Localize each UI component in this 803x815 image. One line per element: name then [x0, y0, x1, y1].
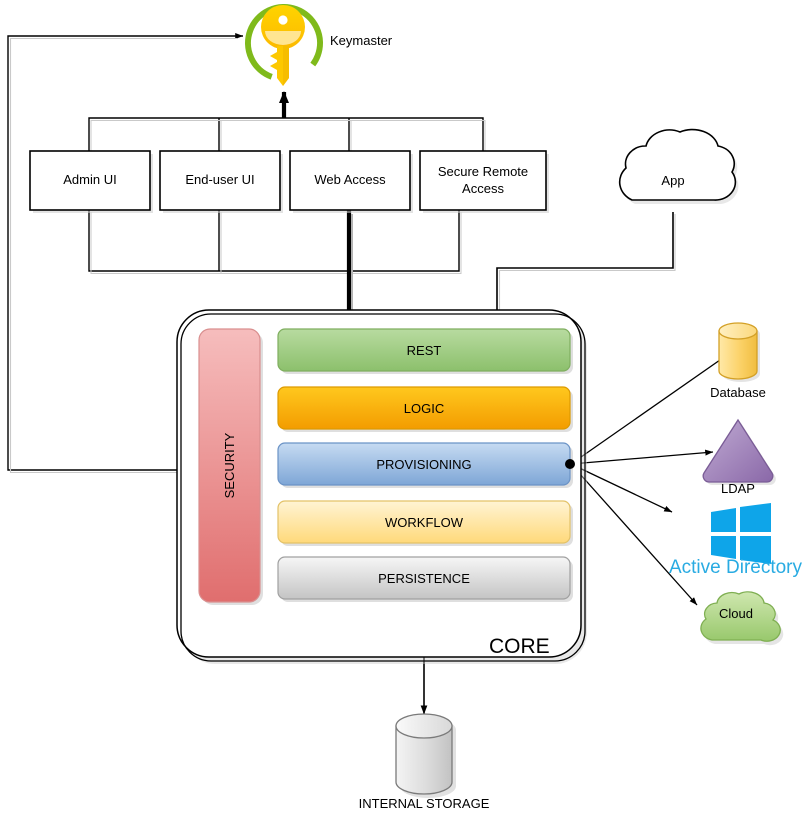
access-box-label-end-user-ui[interactable]: End-user UI — [160, 172, 280, 187]
core-layer-label-rest[interactable]: REST — [278, 343, 570, 358]
security-label: SECURITY — [222, 432, 237, 499]
connector-top-bus — [88, 117, 486, 151]
keymaster-label: Keymaster — [330, 33, 393, 48]
keymaster-icon — [245, 4, 323, 86]
ldap-shape — [702, 418, 776, 485]
database-shape — [718, 322, 760, 382]
database-label: Database — [710, 385, 766, 400]
core-label: CORE — [489, 635, 550, 658]
access-box-label-web-access[interactable]: Web Access — [290, 172, 410, 187]
core-layer-label-provisioning[interactable]: PROVISIONING — [278, 457, 570, 472]
core-layer-label-logic[interactable]: LOGIC — [278, 401, 570, 416]
app-label: App — [661, 173, 685, 188]
core-layer-label-persistence[interactable]: PERSISTENCE — [278, 571, 570, 586]
internal-storage-label: INTERNAL STORAGE — [358, 796, 490, 811]
cloud-label: Cloud — [719, 606, 753, 621]
connector-bottom-bus — [88, 210, 462, 274]
core-layer-label-workflow[interactable]: WORKFLOW — [278, 515, 570, 530]
app-cloud-shape — [618, 128, 739, 205]
access-box-label-admin-ui[interactable]: Admin UI — [30, 172, 150, 187]
diagram-canvas: Keymaster Admin UI End-user UI Web Acces… — [0, 0, 803, 815]
ldap-label: LDAP — [721, 481, 755, 496]
internal-storage-shape — [395, 713, 456, 798]
windows-logo-icon — [711, 503, 771, 564]
access-box-label-secure-remote-access[interactable]: Secure Remote Access — [428, 163, 538, 197]
active-directory-label: Active Directory — [668, 557, 803, 578]
